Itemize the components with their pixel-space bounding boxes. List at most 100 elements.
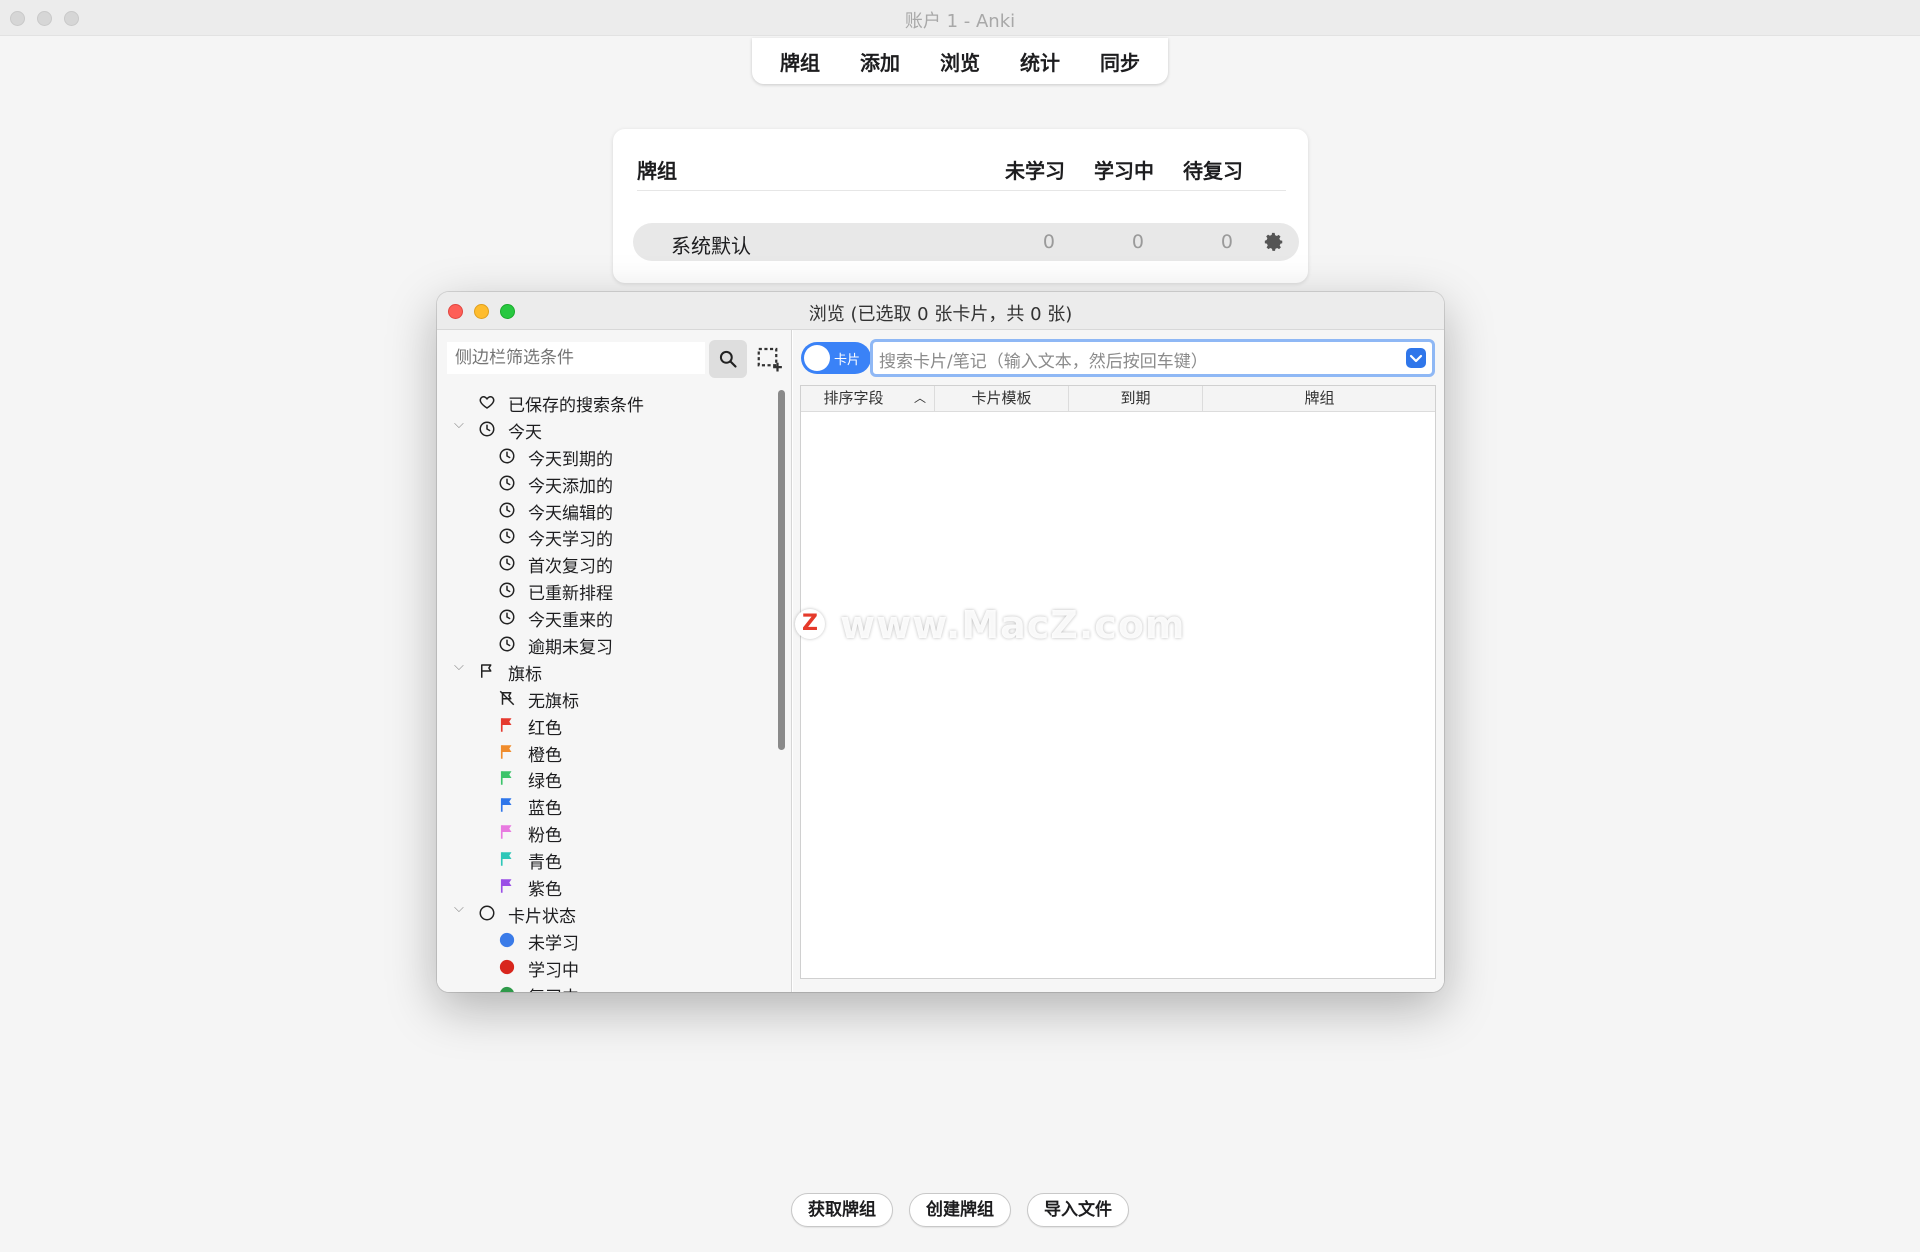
toolbar-add[interactable]: 添加 (840, 47, 920, 76)
sidebar-tree: 已保存的搜索条件 ⌵ 今天 今天到期的 今天添加的 今天编辑的 今天学习的 首次复习的 已重新排… (437, 388, 777, 992)
toggle-label: 卡片 (834, 353, 861, 368)
sidebar-item-label: 未学习 (528, 933, 579, 954)
sidebar-item[interactable]: 粉色 (437, 818, 777, 847)
sidebar-item[interactable]: 红色 (437, 711, 777, 739)
sidebar-search-button[interactable] (709, 340, 747, 378)
column-due[interactable]: 到期 (1069, 386, 1203, 411)
sidebar-item[interactable]: 已保存的搜索条件 (437, 388, 777, 416)
sidebar-item-label: 今天编辑的 (528, 503, 613, 524)
sidebar-item[interactable]: 今天添加的 (437, 469, 777, 497)
chevron-down-icon[interactable]: ⌵ (454, 901, 468, 916)
search-history-dropdown[interactable] (1406, 348, 1426, 368)
get-shared-button[interactable]: 获取牌组 (791, 1193, 893, 1227)
sidebar-scrollbar[interactable] (778, 390, 785, 750)
sidebar-item-label: 旗标 (508, 664, 542, 685)
watermark-logo: Z (795, 609, 825, 639)
deck-row[interactable]: 系统默认 0 0 0 (633, 223, 1299, 261)
sidebar-item[interactable]: 今天到期的 (437, 442, 777, 470)
sidebar-item[interactable]: 绿色 (437, 764, 777, 793)
card-search-input[interactable]: 搜索卡片/笔记（输入文本，然后按回车键） (870, 339, 1435, 377)
sidebar-item-label: 蓝色 (528, 799, 562, 820)
toolbar-decks[interactable]: 牌组 (760, 47, 840, 76)
sidebar-item[interactable]: 已重新排程 (437, 576, 777, 604)
chevron-down-icon[interactable]: ⌵ (454, 417, 468, 432)
sidebar-item-label: 今天学习的 (528, 530, 613, 551)
chevron-down-icon[interactable]: ⌵ (454, 659, 468, 674)
toggle-knob (804, 345, 830, 371)
cards-notes-toggle[interactable]: 卡片 (801, 342, 871, 374)
column-card-template[interactable]: 卡片模板 (935, 386, 1069, 411)
main-titlebar: 账户 1 - Anki (0, 0, 1920, 36)
search-icon (719, 350, 737, 368)
sidebar-item[interactable]: 蓝色 (437, 791, 777, 820)
clock-icon (498, 501, 516, 519)
flag-icon (498, 743, 516, 761)
flag-icon (498, 877, 516, 895)
browse-titlebar: 浏览 (已选取 0 张卡片，共 0 张) (437, 292, 1444, 330)
column-sort-field[interactable]: 排序字段 ︿ (801, 386, 935, 411)
toolbar-browse[interactable]: 浏览 (920, 47, 1000, 76)
main-toolbar: 牌组 添加 浏览 统计 同步 (752, 38, 1168, 84)
dot-icon (498, 958, 516, 976)
sidebar-item[interactable]: 逾期未复习 (437, 630, 777, 659)
flag-icon (498, 769, 516, 787)
card-table[interactable]: 排序字段 ︿ 卡片模板 到期 牌组 (800, 385, 1436, 979)
toolbar-stats[interactable]: 统计 (1000, 47, 1080, 76)
sidebar-item[interactable]: 今天编辑的 (437, 496, 777, 524)
flag-icon (498, 716, 516, 734)
sort-ascending-icon: ︿ (913, 391, 926, 405)
browse-main-pane: 卡片 搜索卡片/笔记（输入文本，然后按回车键） 排序字段 ︿ 卡片模板 到期 牌… (793, 330, 1444, 992)
sidebar-item[interactable]: 复习中 (437, 980, 777, 992)
sidebar-item-label: 紫色 (528, 880, 562, 901)
dot-icon (498, 985, 516, 992)
header-learning: 学习中 (1094, 159, 1154, 183)
deck-learning-count: 0 (1131, 231, 1144, 253)
table-header: 排序字段 ︿ 卡片模板 到期 牌组 (801, 386, 1435, 412)
header-new: 未学习 (1005, 159, 1065, 183)
clock-icon (498, 527, 516, 545)
heart-icon (478, 393, 496, 411)
browse-sidebar: 已保存的搜索条件 ⌵ 今天今天到期的今天添加的今天编辑的今天学习的首次复习的已重新排… (437, 330, 792, 992)
sidebar-item[interactable]: 未学习 (437, 926, 777, 954)
sidebar-item[interactable]: 紫色 (437, 872, 777, 901)
sidebar-item-label: 今天到期的 (528, 449, 613, 470)
sidebar-item[interactable]: 首次复习的 (437, 549, 777, 577)
sidebar-item-label: 绿色 (528, 772, 562, 793)
gear-icon[interactable] (1263, 231, 1285, 253)
deck-list-panel: 牌组 未学习 学习中 待复习 系统默认 0 0 0 (613, 129, 1308, 283)
sidebar-item-label: 粉色 (528, 826, 562, 847)
import-file-button[interactable]: 导入文件 (1027, 1193, 1129, 1227)
sidebar-filter-input[interactable] (447, 342, 705, 374)
sidebar-item-label: 今天添加的 (528, 476, 613, 497)
sidebar-item-label: 逾期未复习 (528, 638, 613, 659)
sidebar-item-label: 卡片状态 (508, 906, 576, 927)
sidebar-item[interactable]: ⌵ 今天 (437, 415, 777, 443)
sidebar-item-label: 今天 (508, 422, 542, 443)
clock-icon (498, 474, 516, 492)
sidebar-item[interactable]: 今天重来的 (437, 603, 777, 632)
sidebar-item[interactable]: ⌵ 卡片状态 (437, 899, 777, 927)
sidebar-item-label: 今天重来的 (528, 611, 613, 632)
column-deck[interactable]: 牌组 (1203, 386, 1436, 411)
create-deck-button[interactable]: 创建牌组 (909, 1193, 1011, 1227)
no-flag-icon (498, 689, 516, 707)
deck-name[interactable]: 系统默认 (671, 230, 751, 259)
toolbar-sync[interactable]: 同步 (1080, 47, 1160, 76)
header-deck: 牌组 (637, 159, 677, 183)
sidebar-item[interactable]: 无旗标 (437, 684, 777, 712)
header-due: 待复习 (1183, 159, 1243, 183)
circle-outline-icon (478, 904, 496, 922)
selection-tool-icon[interactable] (755, 344, 785, 374)
flag-outline-icon (478, 662, 496, 680)
chevron-down-icon (1409, 354, 1423, 363)
sidebar-item[interactable]: 今天学习的 (437, 522, 777, 551)
deck-list-header: 牌组 未学习 学习中 待复习 (637, 155, 1286, 191)
sidebar-item[interactable]: 学习中 (437, 953, 777, 981)
clock-icon (478, 420, 496, 438)
sidebar-item-label: 橙色 (528, 745, 562, 766)
sidebar-item[interactable]: ⌵ 旗标 (437, 657, 777, 685)
clock-icon (498, 608, 516, 626)
sidebar-item[interactable]: 橙色 (437, 738, 777, 766)
sidebar-item[interactable]: 青色 (437, 845, 777, 873)
browse-title: 浏览 (已选取 0 张卡片，共 0 张) (808, 304, 1073, 325)
